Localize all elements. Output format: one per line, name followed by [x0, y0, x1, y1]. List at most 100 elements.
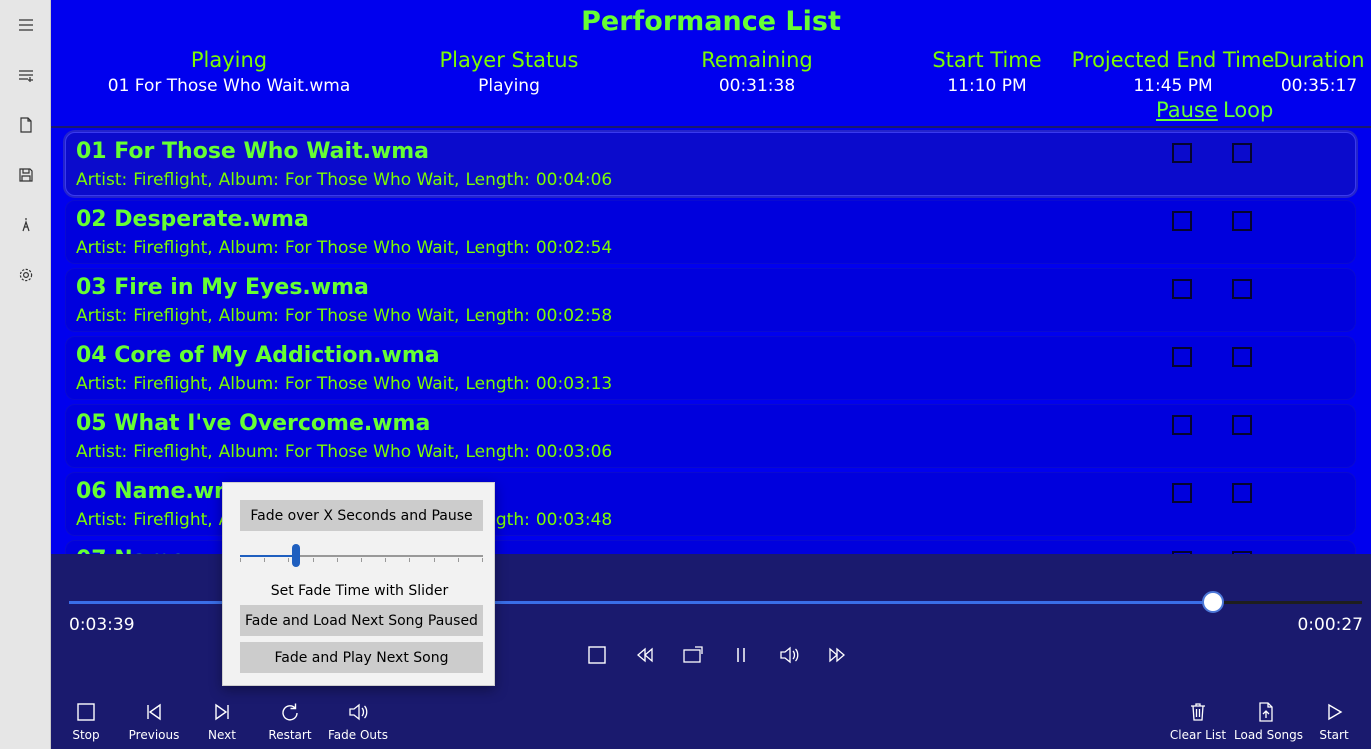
next-command[interactable]: Next — [190, 702, 254, 742]
loop-checkbox[interactable] — [1232, 415, 1252, 435]
song-row[interactable]: 04 Core of My Addiction.wma Artist: Firefl… — [65, 336, 1356, 400]
stop-command[interactable]: Stop — [54, 702, 118, 742]
song-album-key: Album: — [218, 238, 279, 258]
loop-column-header: Loop — [1223, 98, 1274, 122]
song-row[interactable]: 05 What I've Overcome.wma Artist: Fireflig… — [65, 404, 1356, 468]
song-title: 05 What I've Overcome.wma — [76, 411, 431, 436]
repeat-icon — [683, 646, 703, 663]
song-meta: Artist:Fireflight,Album:For Those Who Wa… — [76, 374, 618, 394]
song-title: 04 Core of My Addiction.wma — [76, 343, 440, 368]
loop-checkbox[interactable] — [1232, 211, 1252, 231]
projected-end-time-label: Projected End Time — [1071, 48, 1275, 72]
projected-end-time-column: Projected End Time 11:45 PM — [1071, 48, 1275, 96]
start-time-column: Start Time 11:10 PM — [917, 48, 1057, 96]
song-length-value: 00:02:58 — [535, 306, 613, 326]
nav-rail — [0, 0, 51, 749]
fade-options-popup: Fade over X Seconds and Pause Set Fade T… — [222, 482, 495, 686]
song-artist-key: Artist: — [76, 306, 128, 326]
playing-column: Playing 01 For Those Who Wait.wma — [89, 48, 369, 96]
performance-header: Performance List Playing 01 For Those Wh… — [51, 0, 1371, 126]
start-command[interactable]: Start — [1302, 702, 1366, 742]
player-status-value: Playing — [478, 76, 540, 96]
previous-command-label: Previous — [128, 728, 180, 742]
song-artist-key: Artist: — [76, 374, 128, 394]
pause-checkbox[interactable] — [1172, 483, 1192, 503]
fade-slider-tick — [288, 558, 289, 562]
song-length-value: 00:02:54 — [535, 238, 613, 258]
player-status-label: Player Status — [439, 48, 579, 72]
transport-stop-button[interactable] — [585, 643, 609, 667]
song-length-value: 00:03:06 — [535, 442, 613, 462]
pause-checkbox[interactable] — [1172, 347, 1192, 367]
loop-checkbox[interactable] — [1232, 483, 1252, 503]
playlist-button[interactable] — [0, 55, 51, 95]
loop-checkbox[interactable] — [1232, 143, 1252, 163]
song-row[interactable]: 01 For Those Who Wait.wma Artist: Fireflig… — [65, 132, 1356, 196]
song-artist-key: Artist: — [76, 510, 128, 530]
song-artist-value: Fireflight, — [133, 374, 213, 394]
previous-command[interactable]: Previous — [122, 702, 186, 742]
stop-icon — [77, 703, 95, 721]
skip-next-icon — [215, 703, 229, 721]
fade-slider-caption: Set Fade Time with Slider — [270, 583, 449, 599]
pause-icon — [737, 648, 745, 662]
loop-checkbox[interactable] — [1232, 279, 1252, 299]
song-album-key: Album: — [218, 170, 279, 190]
restart-icon — [282, 703, 298, 721]
pause-checkbox[interactable] — [1172, 415, 1192, 435]
pause-checkbox[interactable] — [1172, 279, 1192, 299]
song-length-value: 00:04:06 — [535, 170, 613, 190]
menu-button[interactable] — [0, 5, 51, 45]
start-time-label: Start Time — [932, 48, 1042, 72]
start-command-label: Start — [1319, 728, 1349, 742]
song-length-key: Length: — [465, 442, 530, 462]
document-button[interactable] — [0, 105, 51, 145]
transport-rewind-button[interactable] — [633, 643, 657, 667]
song-meta: Artist:Fireflight,Album:For Those Who Wa… — [76, 238, 618, 258]
transport-fast-forward-button[interactable] — [825, 643, 849, 667]
loop-checkbox[interactable] — [1232, 347, 1252, 367]
save-button[interactable] — [0, 155, 51, 195]
restart-command-label: Restart — [268, 728, 312, 742]
song-row[interactable]: 02 Desperate.wma Artist: Fireflight, Album:… — [65, 200, 1356, 264]
fade-slider-thumb[interactable] — [291, 544, 300, 567]
song-row[interactable]: 03 Fire in My Eyes.wma Artist: Fireflight,… — [65, 268, 1356, 332]
play-icon — [1328, 703, 1343, 721]
compass-button[interactable] — [0, 205, 51, 245]
fade-and-play-next-button[interactable]: Fade and Play Next Song — [240, 642, 483, 673]
pause-checkbox[interactable] — [1172, 143, 1192, 163]
song-length-key: Length: — [465, 306, 530, 326]
fade-and-pause-button[interactable]: Fade over X Seconds and Pause — [240, 500, 483, 531]
fade-slider-tick — [337, 558, 338, 562]
duration-column: Duration 00:35:17 — [1269, 48, 1369, 96]
settings-button[interactable] — [0, 255, 51, 295]
clear-list-command[interactable]: Clear List — [1166, 702, 1230, 742]
transport-pause-button[interactable] — [729, 643, 753, 667]
song-title: 01 For Those Who Wait.wma — [76, 139, 430, 164]
duration-label: Duration — [1273, 48, 1365, 72]
playing-value: 01 For Those Who Wait.wma — [107, 76, 351, 96]
song-artist-value: Fireflight, — [133, 238, 213, 258]
seek-thumb[interactable] — [1202, 591, 1225, 613]
song-length-key: Length: — [465, 170, 530, 190]
load-songs-command[interactable]: Load Songs — [1234, 702, 1303, 742]
elapsed-time: 0:03:39 — [69, 615, 135, 635]
remaining-label: Remaining — [701, 48, 813, 72]
pause-column-header[interactable]: Pause — [1156, 98, 1218, 122]
fade-time-slider[interactable] — [240, 544, 483, 567]
song-artist-value: Fireflight, — [133, 510, 213, 530]
transport-repeat-button[interactable] — [681, 643, 705, 667]
load-file-icon — [1259, 702, 1273, 722]
fade-and-load-next-button[interactable]: Fade and Load Next Song Paused — [240, 605, 483, 636]
hamburger-icon — [18, 19, 33, 31]
restart-command[interactable]: Restart — [258, 702, 322, 742]
start-time-value: 11:10 PM — [947, 76, 1027, 96]
song-meta: Artist:Fireflight,Album:For Those Who Wa… — [76, 170, 618, 190]
next-command-label: Next — [208, 728, 236, 742]
transport-volume-button[interactable] — [777, 643, 801, 667]
song-artist-value: Fireflight, — [133, 306, 213, 326]
fade-outs-command[interactable]: Fade Outs — [326, 702, 390, 742]
save-icon — [18, 168, 33, 182]
pause-checkbox[interactable] — [1172, 211, 1192, 231]
remaining-time: 0:00:27 — [1297, 615, 1363, 635]
